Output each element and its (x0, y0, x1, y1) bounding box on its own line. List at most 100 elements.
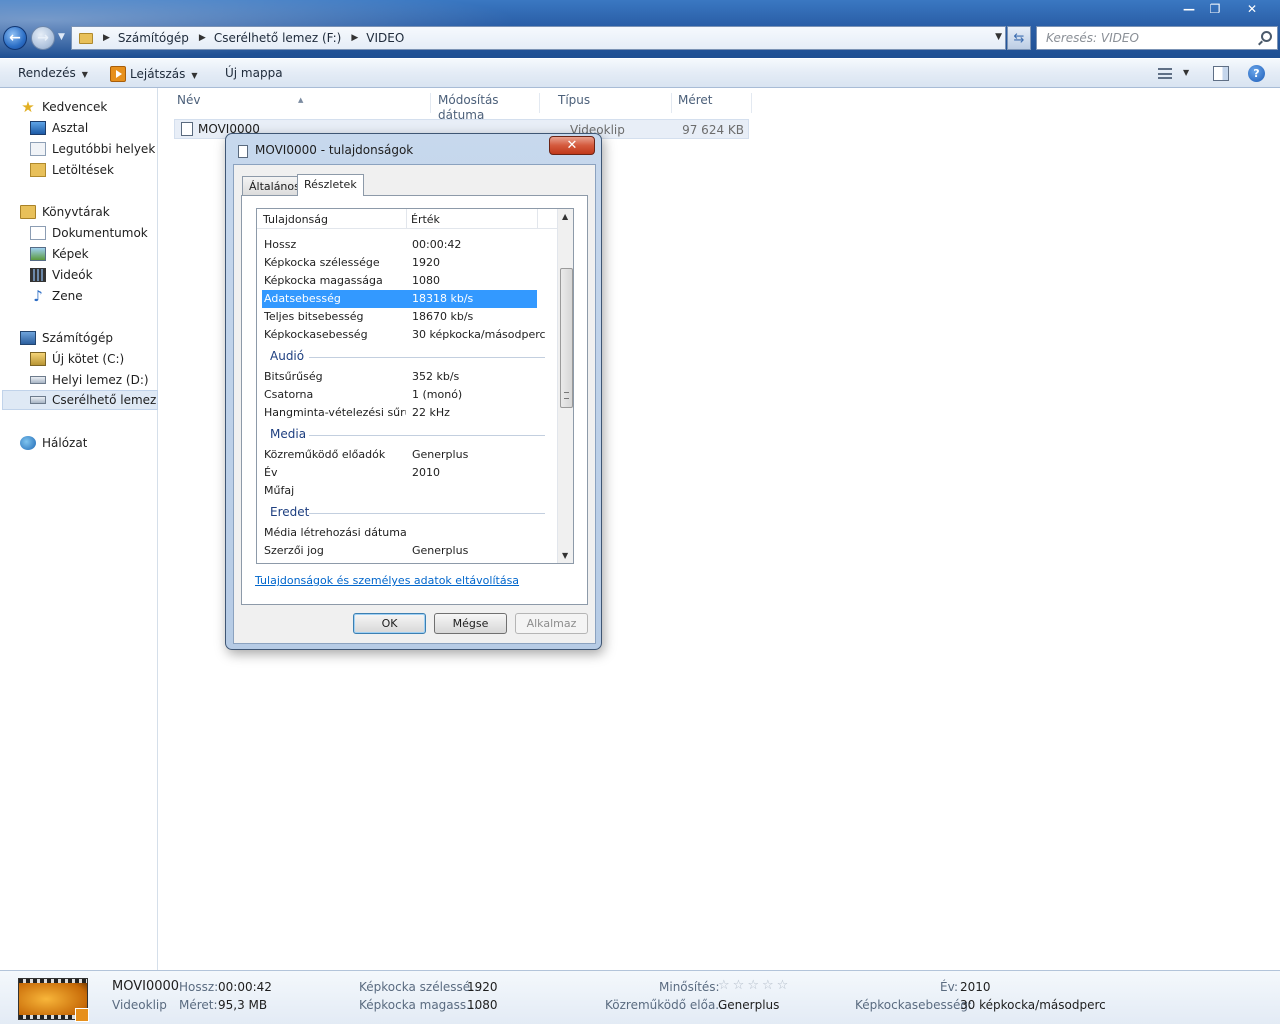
column-header-type[interactable]: Típus (540, 93, 672, 113)
scroll-down-arrow-icon[interactable]: ▼ (562, 551, 568, 560)
chevron-down-icon: ▼ (58, 32, 65, 42)
search-input[interactable]: Keresés: VIDEO (1036, 26, 1278, 50)
new-folder-button[interactable]: Új mappa (225, 66, 283, 80)
column-header-size[interactable]: Méret (660, 93, 752, 113)
details-artist-value[interactable]: Generplus (718, 998, 779, 1012)
nav-drive-d[interactable]: Helyi lemez (D:) (30, 370, 149, 390)
star-icon[interactable]: ☆ (747, 978, 759, 993)
breadcrumb-computer[interactable]: Számítógép (118, 31, 189, 45)
breadcrumb-video[interactable]: VIDEO (366, 31, 404, 45)
tab-details[interactable]: Részletek (297, 174, 364, 196)
nav-videos[interactable]: Videók (30, 265, 93, 285)
vertical-scrollbar[interactable]: ▲ ▼ (557, 209, 573, 563)
star-icon[interactable]: ☆ (718, 978, 730, 993)
nav-desktop[interactable]: Asztal (30, 118, 88, 138)
sort-ascending-icon: ▲ (298, 96, 304, 104)
column-header-modified[interactable]: Módosítás dátuma (420, 93, 540, 122)
chevron-right-icon[interactable]: ▶ (351, 33, 358, 43)
videos-icon (30, 268, 46, 282)
view-options-icon[interactable] (1158, 68, 1172, 79)
help-icon[interactable]: ? (1248, 65, 1265, 82)
scrollbar-thumb[interactable] (560, 268, 573, 408)
nav-downloads[interactable]: Letöltések (30, 160, 114, 180)
property-row[interactable]: Képkockasebesség 30 képkocka/másodperc (262, 326, 546, 344)
property-row[interactable]: Képkocka magassága 1080 (262, 272, 537, 290)
property-row[interactable]: Szerzői jog Generplus (262, 542, 537, 560)
search-icon[interactable] (1261, 31, 1272, 42)
group-header-audio: Audió (270, 349, 305, 363)
chevron-down-icon: ▼ (191, 71, 198, 80)
back-button[interactable]: ← (3, 26, 27, 50)
details-height-value[interactable]: 1080 (467, 998, 498, 1012)
close-window-button[interactable]: ✕ (1228, 0, 1276, 18)
nav-label: Asztal (52, 121, 89, 135)
nav-music[interactable]: ♪ Zene (30, 286, 82, 306)
star-icon[interactable]: ☆ (733, 978, 745, 993)
rating-stars[interactable]: ☆ ☆ ☆ ☆ ☆ (718, 978, 791, 993)
property-row[interactable]: Bitsűrűség 352 kb/s (262, 368, 537, 386)
forward-button[interactable]: → (31, 26, 55, 50)
property-row[interactable]: Képkocka szélessége 1920 (262, 254, 537, 272)
chevron-down-icon[interactable]: ▼ (1183, 68, 1189, 77)
nav-drive-f[interactable]: Cserélhető lemez (F: (2, 390, 158, 410)
nav-network[interactable]: Hálózat (20, 433, 87, 453)
star-icon[interactable]: ☆ (762, 978, 774, 993)
arrow-left-icon: ← (9, 30, 21, 46)
property-row[interactable]: Közreműködő előadók Generplus (262, 446, 537, 464)
property-row[interactable]: Teljes bitsebesség 18670 kb/s (262, 308, 537, 326)
cancel-button[interactable]: Mégse (434, 613, 507, 634)
property-row[interactable]: Hossz 00:00:42 (262, 236, 537, 254)
nav-libraries[interactable]: Könyvtárak (20, 202, 110, 222)
property-name: Év (264, 466, 278, 479)
property-row[interactable]: Hangminta-vételezési sűrű… 22 kHz (262, 404, 537, 422)
details-framerate-label: Képkockasebesség: (855, 998, 973, 1012)
column-divider[interactable] (537, 209, 538, 229)
ok-button[interactable]: OK (353, 613, 426, 634)
column-header-value[interactable]: Érték (411, 213, 440, 226)
preview-pane-icon[interactable] (1213, 66, 1229, 81)
property-row-selected[interactable]: Adatsebesség 18318 kb/s (262, 290, 537, 308)
play-button[interactable]: Lejátszás ▼ (110, 66, 198, 82)
scroll-up-arrow-icon[interactable]: ▲ (562, 212, 568, 221)
apply-button[interactable]: Alkalmaz (515, 613, 588, 634)
group-header-origin: Eredet (270, 505, 310, 519)
nav-pictures[interactable]: Képek (30, 244, 89, 264)
nav-computer[interactable]: Számítógép (20, 328, 113, 348)
details-framerate-value[interactable]: 30 képkocka/másodperc (960, 998, 1106, 1012)
property-row[interactable]: Csatorna 1 (monó) (262, 386, 537, 404)
minimize-button[interactable]: — (1176, 0, 1202, 18)
nav-label: Könyvtárak (42, 205, 110, 219)
property-name: Média létrehozási dátuma (264, 526, 406, 539)
star-icon: ★ (21, 98, 35, 116)
column-label: Méret (678, 93, 713, 107)
property-row[interactable]: Műfaj (262, 482, 537, 500)
chevron-right-icon[interactable]: ▶ (103, 33, 110, 43)
address-bar[interactable]: ▶ Számítógép ▶ Cserélhető lemez (F:) ▶ V… (71, 26, 1006, 50)
details-artist-label: Közreműködő előa... (605, 998, 727, 1012)
star-icon[interactable]: ☆ (777, 978, 789, 993)
breadcrumb-removable-disk[interactable]: Cserélhető lemez (F:) (214, 31, 342, 45)
nav-drive-c[interactable]: Új kötet (C:) (30, 349, 124, 369)
property-row[interactable]: Média létrehozási dátuma (262, 524, 537, 542)
address-dropdown-icon[interactable]: ▼ (995, 32, 1002, 42)
property-row[interactable]: Év 2010 (262, 464, 537, 482)
chevron-right-icon[interactable]: ▶ (199, 33, 206, 43)
column-label: Név (177, 93, 201, 107)
remove-properties-link[interactable]: Tulajdonságok és személyes adatok eltávo… (255, 574, 519, 587)
details-width-value[interactable]: 1920 (467, 980, 498, 994)
details-size-label: Méret: (179, 998, 218, 1012)
details-length-value[interactable]: 00:00:42 (218, 980, 272, 994)
organize-button[interactable]: Rendezés ▼ (18, 66, 88, 80)
maximize-button[interactable]: ❐ (1202, 0, 1228, 18)
refresh-button[interactable]: ⇆ (1007, 26, 1031, 50)
nav-favorites[interactable]: ★ Kedvencek (20, 97, 107, 117)
dialog-close-button[interactable]: ✕ (549, 136, 595, 155)
column-header-name[interactable]: Név ▲ (159, 93, 431, 113)
nav-recent-places[interactable]: Legutóbbi helyek (30, 139, 155, 159)
nav-documents[interactable]: Dokumentumok (30, 223, 148, 243)
property-list[interactable]: Tulajdonság Érték Hossz 00:00:42 Képkocka… (256, 208, 574, 564)
details-year-value[interactable]: 2010 (960, 980, 991, 994)
column-header-property[interactable]: Tulajdonság (263, 213, 328, 226)
column-divider[interactable] (406, 209, 407, 229)
recent-pages-dropdown[interactable]: ▼ (58, 32, 65, 42)
